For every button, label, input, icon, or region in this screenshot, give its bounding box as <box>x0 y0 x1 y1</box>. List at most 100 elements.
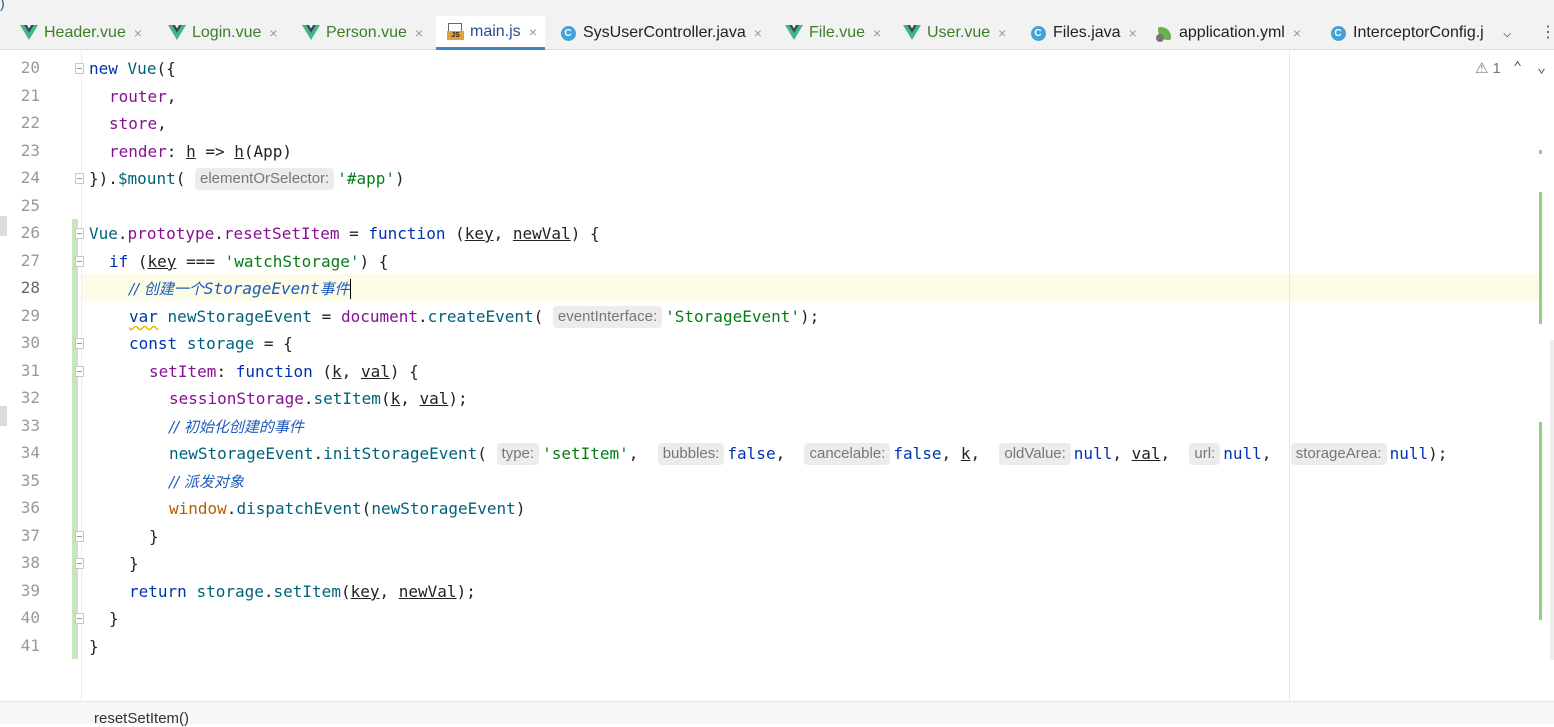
token-punct: ( <box>312 362 333 381</box>
token-keyword: if <box>109 252 129 271</box>
token-method: initStorageEvent <box>323 444 478 463</box>
token-punct: ) { <box>389 362 419 381</box>
token-class: Vue <box>89 224 118 243</box>
tab-label: User.vue <box>927 24 991 41</box>
token-punct: ); <box>448 389 468 408</box>
token-string: 'setItem' <box>542 444 629 463</box>
tab-label: Files.java <box>1053 24 1121 41</box>
tab-label: Login.vue <box>192 24 262 41</box>
token-property: setItem <box>149 362 217 381</box>
token-property: render <box>109 142 167 161</box>
scrollbar-change-marker[interactable] <box>1539 150 1542 154</box>
vcs-change-marker[interactable] <box>72 219 78 659</box>
close-icon[interactable]: × <box>754 25 762 41</box>
token-punct: ( <box>533 307 544 326</box>
token-punct: ( <box>477 444 487 463</box>
scrollbar-change-marker[interactable] <box>1539 192 1542 324</box>
token-punct: , <box>400 389 420 408</box>
token-punct: }). <box>89 169 118 188</box>
token-param: k <box>332 362 342 381</box>
line-number: 23 <box>20 141 40 160</box>
token-param: key <box>350 582 380 601</box>
breadcrumb-bar: resetSetItem() <box>0 701 1554 727</box>
token-punct: ) <box>515 499 526 518</box>
code-line-30: const storage = { <box>129 330 293 357</box>
token-global: document <box>340 307 419 326</box>
parameter-hint: cancelable: <box>804 442 891 465</box>
line-number-gutter[interactable]: 20 21 22 23 24 25 26 27 28 29 30 31 32 3… <box>0 51 84 701</box>
code-line-41: } <box>89 633 99 660</box>
vue-file-icon <box>783 22 805 44</box>
right-margin-guide <box>1289 51 1290 701</box>
close-icon[interactable]: × <box>269 25 277 41</box>
token-keyword: function <box>235 362 313 381</box>
line-number: 31 <box>20 361 40 380</box>
vertical-scrollbar[interactable] <box>1550 340 1554 660</box>
token-property: router <box>109 87 167 106</box>
parameter-hint: oldValue: <box>999 442 1071 465</box>
tab-more-icon[interactable]: ⋮ <box>1540 22 1554 41</box>
top-left-paren-glyph: ) <box>0 0 5 11</box>
token-punct: , <box>379 582 399 601</box>
tab-files-java[interactable]: C Files.java × <box>1027 16 1137 50</box>
java-class-icon: C <box>1327 22 1349 44</box>
tab-application-yml[interactable]: application.yml × <box>1153 16 1301 50</box>
close-icon[interactable]: × <box>998 25 1006 41</box>
code-line-37: } <box>149 523 159 550</box>
token-punct: ) { <box>570 224 600 243</box>
previous-highlight-icon[interactable]: ⌃ <box>1513 58 1522 76</box>
token-punct: ( <box>361 499 372 518</box>
line-number: 33 <box>20 416 40 435</box>
line-number: 21 <box>20 86 40 105</box>
code-line-21: router, <box>109 83 176 110</box>
close-icon[interactable]: × <box>1129 25 1137 41</box>
code-line-23: render: h => h (App) <box>109 138 292 165</box>
parameter-hint: bubbles: <box>657 442 725 465</box>
close-icon[interactable]: × <box>529 24 537 40</box>
token-comment: 事件 <box>319 280 350 298</box>
code-editor[interactable]: new Vue({ router, store, render: h => h(… <box>82 51 1554 701</box>
tab-login-vue[interactable]: Login.vue × <box>166 16 278 50</box>
token-punct: ({ <box>156 59 176 78</box>
tab-label: main.js <box>470 22 521 40</box>
next-highlight-icon[interactable]: ⌄ <box>1537 58 1546 76</box>
java-class-icon: C <box>1027 22 1049 44</box>
inspection-widget[interactable]: ⚠ 1 <box>1475 59 1501 78</box>
scrollbar-change-marker[interactable] <box>1539 422 1542 620</box>
token-punct: . <box>263 582 274 601</box>
tab-person-vue[interactable]: Person.vue × <box>300 16 423 50</box>
code-line-27: if (key === 'watchStorage') { <box>109 248 388 275</box>
code-line-40: } <box>109 605 119 632</box>
token-punct: } <box>149 527 159 546</box>
code-line-33: // 初始化创建的事件 <box>169 413 304 440</box>
close-icon[interactable]: × <box>873 25 881 41</box>
tab-sysusercontroller-java[interactable]: C SysUserController.java × <box>557 16 762 50</box>
tab-list-dropdown-icon[interactable]: ⌵ <box>1503 25 1511 41</box>
vue-file-icon <box>18 22 40 44</box>
token-keyword: null <box>1389 444 1429 463</box>
close-icon[interactable]: × <box>415 25 423 41</box>
code-line-36: window. dispatchEvent(newStorageEvent) <box>169 495 525 522</box>
line-number: 35 <box>20 471 40 490</box>
tab-user-vue[interactable]: User.vue × <box>901 16 1006 50</box>
parameter-hint: eventInterface: <box>552 305 663 328</box>
token-variable: storage <box>186 334 255 353</box>
warning-icon: ⚠ <box>1475 60 1489 77</box>
token-keyword: false <box>727 444 776 463</box>
code-line-22: store, <box>109 110 167 137</box>
token-param: k <box>390 389 401 408</box>
tab-main-js[interactable]: JS main.js × <box>436 16 545 50</box>
vue-file-icon <box>901 22 923 44</box>
token-param: val <box>419 389 449 408</box>
token-keyword: null <box>1073 444 1113 463</box>
code-line-39: return storage. setItem(key, newVal); <box>129 578 476 605</box>
tab-file-vue[interactable]: File.vue × <box>783 16 881 50</box>
token-punct: } <box>129 554 139 573</box>
token-method: setItem <box>273 582 341 601</box>
close-icon[interactable]: × <box>1293 25 1301 41</box>
close-icon[interactable]: × <box>134 25 142 41</box>
breadcrumb-item[interactable]: resetSetItem() <box>94 710 189 727</box>
spring-config-icon <box>1153 22 1175 44</box>
tab-header-vue[interactable]: Header.vue × <box>18 16 142 50</box>
tab-interceptorconfig-java[interactable]: C InterceptorConfig.j <box>1327 16 1495 50</box>
